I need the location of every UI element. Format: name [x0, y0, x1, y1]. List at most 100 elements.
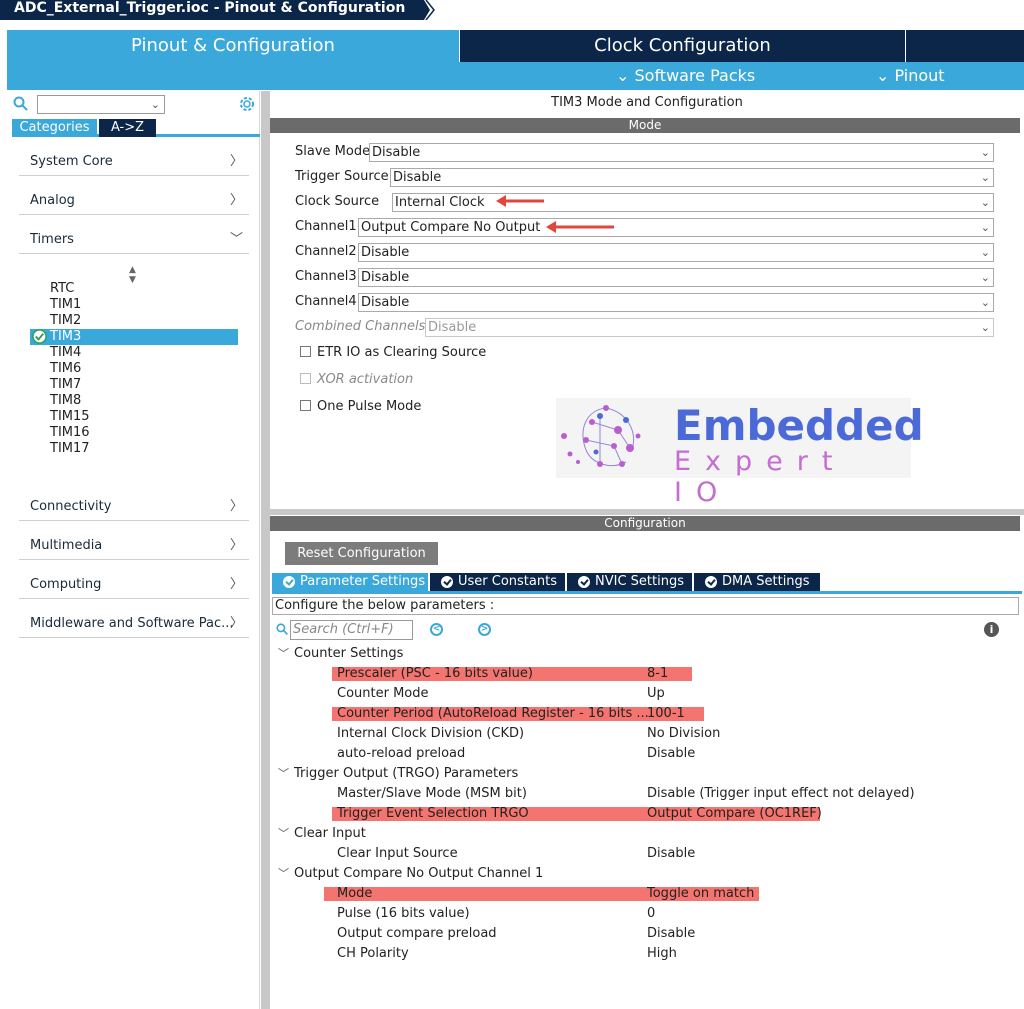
param-name: Counter Period (AutoReload Register - 16… — [337, 706, 649, 721]
chevron-down-icon: ⌄ — [980, 246, 990, 259]
configure-description: Configure the below parameters : — [272, 597, 1019, 615]
param-name: auto-reload preload — [337, 746, 466, 761]
timer-item-tim15[interactable]: TIM15 — [50, 409, 240, 425]
checkbox-box[interactable] — [300, 400, 311, 411]
tab-extra[interactable] — [905, 30, 1024, 62]
logo-line-2: Expert IO — [674, 446, 847, 508]
tab-pinout-configuration[interactable]: Pinout & Configuration — [7, 30, 459, 62]
chevron-down-icon: ⌄ — [980, 296, 990, 309]
reset-configuration-button[interactable]: Reset Configuration — [285, 542, 438, 565]
category-connectivity[interactable]: Connectivity 〉 — [19, 495, 249, 521]
category-analog[interactable]: Analog 〉 — [19, 189, 249, 215]
param-value: Disable — [647, 926, 696, 941]
channel3-select[interactable]: Disable ⌄ — [358, 268, 994, 287]
search-next-icon[interactable]: > — [478, 623, 491, 636]
tab-label: Parameter Settings — [300, 574, 426, 589]
group-clear-input[interactable]: ﹀ Clear Input — [278, 824, 366, 844]
category-search-input[interactable]: ⌄ — [37, 95, 165, 114]
group-trgo-parameters[interactable]: ﹀ Trigger Output (TRGO) Parameters — [278, 764, 518, 784]
param-value: Disable (Trigger input effect not delaye… — [647, 786, 915, 801]
clock-source-select[interactable]: Internal Clock ⌄ — [392, 193, 994, 212]
category-multimedia[interactable]: Multimedia 〉 — [19, 534, 249, 560]
configuration-tabs: Parameter Settings User Constants NVIC S… — [272, 573, 1022, 591]
parameter-search-input[interactable]: Search (Ctrl+F) — [290, 620, 413, 640]
param-row[interactable]: Pulse (16 bits value) 0 — [270, 904, 1020, 924]
category-middleware[interactable]: Middleware and Software Pac... 〉 — [19, 612, 249, 638]
check-circle-icon — [441, 576, 453, 588]
param-row[interactable]: Prescaler (PSC - 16 bits value) 8-1 — [270, 664, 1020, 684]
channel2-select[interactable]: Disable ⌄ — [358, 243, 994, 262]
timer-item-tim16[interactable]: TIM16 — [50, 425, 240, 441]
param-name: Counter Mode — [337, 686, 429, 701]
tab-user-constants[interactable]: User Constants — [430, 573, 565, 591]
chevron-down-icon: ﹀ — [229, 232, 243, 247]
param-row[interactable]: Master/Slave Mode (MSM bit) Disable (Trig… — [270, 784, 1020, 804]
timer-item-tim3[interactable]: TIM3 — [30, 329, 238, 345]
brain-network-icon — [561, 405, 641, 467]
timer-item-rtc[interactable]: RTC — [50, 281, 240, 297]
mode-panel-title: TIM3 Mode and Configuration — [551, 95, 743, 110]
checkbox-label: One Pulse Mode — [317, 399, 422, 414]
param-value: Toggle on match — [647, 886, 755, 901]
sub-toolbar: ⌄ Software Packs ⌄ Pinout — [7, 62, 1024, 90]
timer-item-tim2[interactable]: TIM2 — [50, 313, 240, 329]
pinout-menu[interactable]: ⌄ Pinout — [876, 62, 945, 90]
gear-icon[interactable] — [238, 95, 256, 113]
channel4-label: Channel4 — [295, 294, 357, 309]
channel1-select[interactable]: Output Compare No Output ⌄ — [358, 218, 994, 237]
chevron-right-icon: 〉 — [229, 616, 243, 631]
category-label: System Core — [30, 154, 113, 169]
search-previous-icon[interactable]: < — [430, 623, 443, 636]
param-name: CH Polarity — [337, 946, 409, 961]
chevron-down-icon: ﹀ — [278, 867, 289, 880]
category-system-core[interactable]: System Core 〉 — [19, 150, 249, 176]
param-row[interactable]: Internal Clock Division (CKD) No Division — [270, 724, 1020, 744]
panel-splitter[interactable] — [261, 91, 270, 1009]
tab-nvic-settings[interactable]: NVIC Settings — [567, 573, 692, 591]
slave-mode-select[interactable]: Disable ⌄ — [369, 143, 994, 162]
category-computing[interactable]: Computing 〉 — [19, 573, 249, 599]
param-row[interactable]: Counter Mode Up — [270, 684, 1020, 704]
timer-label: TIM3 — [50, 329, 82, 344]
select-value: Disable — [361, 295, 410, 310]
param-row[interactable]: Trigger Event Selection TRGO Output Compa… — [270, 804, 1020, 824]
tab-a-z[interactable]: A->Z — [99, 119, 156, 137]
one-pulse-mode-checkbox[interactable]: One Pulse Mode — [300, 399, 421, 415]
param-row[interactable]: CH Polarity High — [270, 944, 1020, 964]
software-packs-menu[interactable]: ⌄ Software Packs — [616, 62, 755, 90]
tab-dma-settings[interactable]: DMA Settings — [694, 573, 820, 591]
chevron-down-icon: ⌄ — [980, 171, 990, 184]
group-output-compare-ch1[interactable]: ﹀ Output Compare No Output Channel 1 — [278, 864, 543, 884]
param-row[interactable]: Output compare preload Disable — [270, 924, 1020, 944]
group-label: Clear Input — [294, 826, 366, 841]
timer-item-tim6[interactable]: TIM6 — [50, 361, 240, 377]
param-value: Disable — [647, 846, 696, 861]
param-row[interactable]: Counter Period (AutoReload Register - 16… — [270, 704, 1020, 724]
param-row[interactable]: auto-reload preload Disable — [270, 744, 1020, 764]
param-row[interactable]: Clear Input Source Disable — [270, 844, 1020, 864]
group-counter-settings[interactable]: ﹀ Counter Settings — [278, 644, 403, 664]
timer-item-tim7[interactable]: TIM7 — [50, 377, 240, 393]
tab-clock-configuration[interactable]: Clock Configuration — [459, 30, 905, 62]
check-circle-icon — [705, 576, 717, 588]
tab-categories[interactable]: Categories — [12, 119, 97, 137]
clock-source-label: Clock Source — [295, 194, 380, 209]
trigger-source-label: Trigger Source — [295, 169, 389, 184]
annotation-arrow-icon — [546, 221, 614, 233]
channel1-label: Channel1 — [295, 219, 357, 234]
param-name: Internal Clock Division (CKD) — [337, 726, 525, 741]
category-label: Computing — [30, 577, 102, 592]
timer-item-tim8[interactable]: TIM8 — [50, 393, 240, 409]
trigger-source-select[interactable]: Disable ⌄ — [390, 168, 994, 187]
tab-parameter-settings[interactable]: Parameter Settings — [272, 573, 428, 591]
checkbox-box[interactable] — [300, 346, 311, 357]
category-timers[interactable]: Timers ﹀ — [19, 228, 249, 254]
timer-item-tim17[interactable]: TIM17 — [50, 441, 240, 457]
channel4-select[interactable]: Disable ⌄ — [358, 293, 994, 312]
info-icon[interactable]: i — [984, 622, 999, 637]
etr-io-clearing-checkbox[interactable]: ETR IO as Clearing Source — [300, 345, 486, 361]
channel3-label: Channel3 — [295, 269, 357, 284]
timer-item-tim1[interactable]: TIM1 — [50, 297, 240, 313]
param-row[interactable]: Mode Toggle on match — [270, 884, 1020, 904]
timer-item-tim4[interactable]: TIM4 — [50, 345, 240, 361]
